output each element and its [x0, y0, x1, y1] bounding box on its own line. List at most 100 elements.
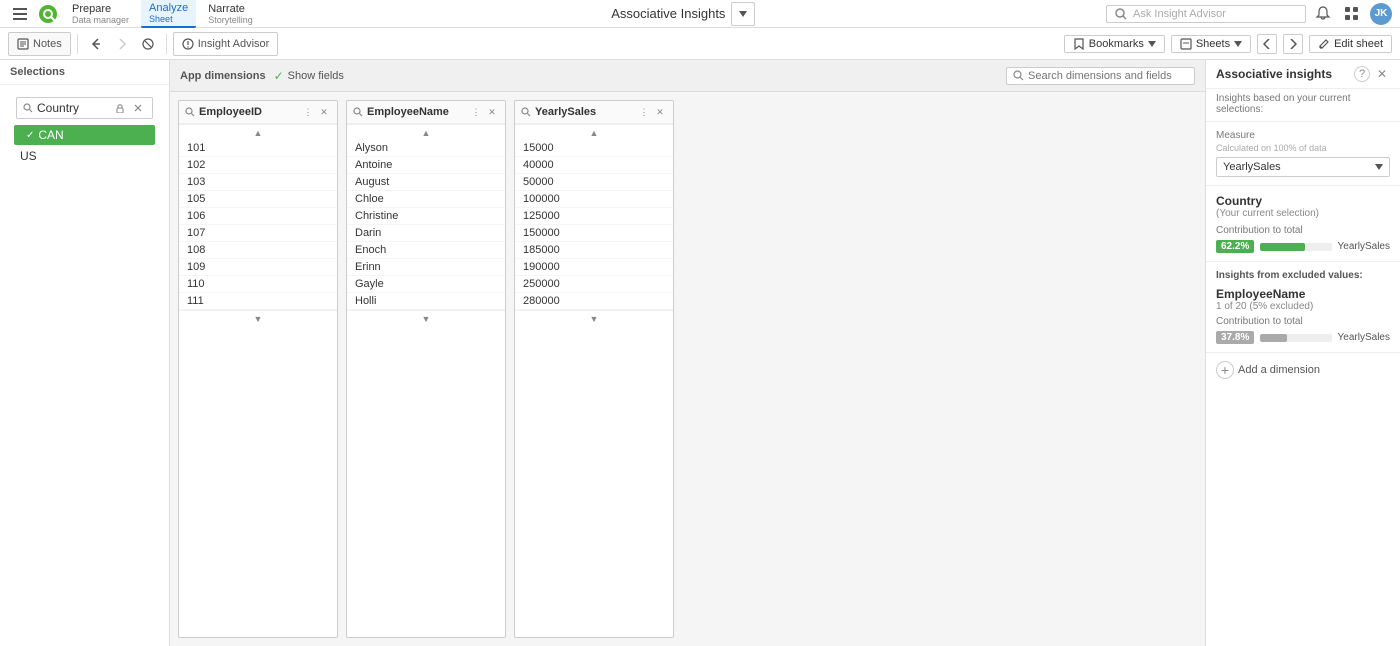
ask-insight-advisor-search[interactable]: Ask Insight Advisor [1106, 5, 1306, 23]
selection-forward-button[interactable] [110, 32, 134, 56]
yearlysales-item-150000[interactable]: 150000 [515, 225, 673, 242]
employeename-item-august[interactable]: August [347, 174, 505, 191]
employeeid-item-110[interactable]: 110 [179, 276, 337, 293]
grid-icon [1345, 7, 1359, 21]
yearlysales-item-250000[interactable]: 250000 [515, 276, 673, 293]
yearlysales-item-40000[interactable]: 40000 [515, 157, 673, 174]
yearlysales-item-100000[interactable]: 100000 [515, 191, 673, 208]
insight-advisor-icon [182, 38, 194, 50]
yearlysales-item-50000[interactable]: 50000 [515, 174, 673, 191]
selection-value-us: US [20, 149, 37, 163]
bookmarks-button[interactable]: Bookmarks [1064, 35, 1165, 53]
narrate-menu-item[interactable]: Narrate Storytelling [200, 1, 261, 27]
prepare-menu-item[interactable]: Prepare Data manager [64, 1, 137, 27]
selection-back-button[interactable] [84, 32, 108, 56]
toolbar2-divider2 [166, 34, 167, 54]
selections-header: Selections [0, 60, 169, 85]
employeeid-item-103[interactable]: 103 [179, 174, 337, 191]
insights-help-button[interactable]: ? [1354, 66, 1370, 82]
employeeid-item-108[interactable]: 108 [179, 242, 337, 259]
search-dimensions-input[interactable] [1028, 70, 1188, 82]
yearlysales-item-190000[interactable]: 190000 [515, 259, 673, 276]
employeename-item-christine[interactable]: Christine [347, 208, 505, 225]
employeeid-item-105[interactable]: 105 [179, 191, 337, 208]
yearlysales-item-185000[interactable]: 185000 [515, 242, 673, 259]
notes-button[interactable]: Notes [8, 32, 71, 56]
insights-header: Associative insights ? ✕ [1206, 60, 1400, 89]
excluded-contribution-bar [1260, 334, 1331, 342]
show-fields-checkbox[interactable]: ✓ Show fields [274, 69, 344, 83]
employeename-item-gayle[interactable]: Gayle [347, 276, 505, 293]
employeename-item-chloe[interactable]: Chloe [347, 191, 505, 208]
employeeid-item-101[interactable]: 101 [179, 140, 337, 157]
yearlysales-remove-button[interactable]: ✕ [653, 105, 667, 119]
filter-lock-button[interactable] [112, 100, 128, 116]
employeename-item-darin[interactable]: Darin [347, 225, 505, 242]
filter-actions [112, 100, 146, 116]
country-contribution-pct: 62.2% [1216, 240, 1254, 253]
add-dimension-icon: + [1216, 361, 1234, 379]
country-contribution-row: 62.2% YearlySales [1216, 240, 1390, 253]
employeename-item-alyson[interactable]: Alyson [347, 140, 505, 157]
selection-back-icon [89, 37, 103, 51]
search-dimensions-icon [1013, 70, 1024, 81]
search-dimensions-box[interactable] [1006, 67, 1195, 85]
checkmark-icon: ✓ [26, 130, 34, 141]
excluded-contribution-label: Contribution to total [1216, 316, 1390, 327]
prev-sheet-button[interactable] [1257, 34, 1277, 54]
employeename-item-enoch[interactable]: Enoch [347, 242, 505, 259]
notification-button[interactable] [1312, 3, 1334, 25]
selection-list-item-can[interactable]: ✓ CAN [14, 125, 155, 145]
insights-title: Associative insights [1216, 67, 1332, 81]
yearlysales-menu-button[interactable]: ⋮ [637, 105, 651, 119]
employeename-list: ▲ Alyson Antoine August Chloe Christine … [347, 124, 505, 637]
next-sheet-button[interactable] [1283, 34, 1303, 54]
country-insight-card: Country (Your current selection) Contrib… [1206, 186, 1400, 262]
app-dimensions-label: App dimensions [180, 70, 266, 82]
insights-close-button[interactable]: ✕ [1374, 66, 1390, 82]
insight-advisor-button[interactable]: Insight Advisor [173, 32, 279, 56]
employeename-item-antoine[interactable]: Antoine [347, 157, 505, 174]
yearlysales-item-280000[interactable]: 280000 [515, 293, 673, 310]
employeename-item-holli[interactable]: Holli [347, 293, 505, 310]
employeeid-scroll-down[interactable]: ▼ [179, 310, 337, 326]
employeename-menu-button[interactable]: ⋮ [469, 105, 483, 119]
filter-remove-button[interactable] [130, 100, 146, 116]
user-avatar[interactable]: JK [1370, 3, 1392, 25]
employeeid-item-102[interactable]: 102 [179, 157, 337, 174]
yearlysales-actions: ⋮ ✕ [637, 105, 667, 119]
employeeid-item-109[interactable]: 109 [179, 259, 337, 276]
app-title-text: Associative Insights [611, 6, 725, 21]
excluded-card-title: EmployeeName [1216, 287, 1390, 301]
measure-dropdown[interactable]: YearlySales [1216, 157, 1390, 177]
search-icon [1115, 8, 1127, 20]
yearlysales-scroll-down[interactable]: ▼ [515, 310, 673, 326]
analyze-menu-item[interactable]: Analyze Sheet [141, 0, 196, 28]
edit-sheet-button[interactable]: Edit sheet [1309, 35, 1392, 53]
excluded-contribution-bar-fill [1260, 334, 1287, 342]
hamburger-menu-button[interactable] [8, 2, 32, 26]
employeename-scroll-down[interactable]: ▼ [347, 310, 505, 326]
measure-value: YearlySales [1223, 161, 1281, 173]
apps-button[interactable] [1340, 2, 1364, 26]
employeename-item-erinn[interactable]: Erinn [347, 259, 505, 276]
employeeid-scroll-up[interactable]: ▲ [179, 124, 337, 140]
sheets-button[interactable]: Sheets [1171, 35, 1251, 53]
sheets-chevron-icon [1234, 41, 1242, 47]
employeeid-item-111[interactable]: 111 [179, 293, 337, 310]
yearlysales-scroll-up[interactable]: ▲ [515, 124, 673, 140]
add-dimension-button[interactable]: + Add a dimension [1206, 353, 1400, 387]
employeename-remove-button[interactable]: ✕ [485, 105, 499, 119]
employeeid-remove-button[interactable]: ✕ [317, 105, 331, 119]
clear-selections-button[interactable] [136, 32, 160, 56]
selection-list-item-us[interactable]: US [8, 146, 161, 166]
yearlysales-item-125000[interactable]: 125000 [515, 208, 673, 225]
employeeid-menu-button[interactable]: ⋮ [301, 105, 315, 119]
employeeid-item-107[interactable]: 107 [179, 225, 337, 242]
app-title-dropdown-button[interactable] [731, 2, 755, 26]
employeeid-item-106[interactable]: 106 [179, 208, 337, 225]
selections-panel: Selections Country ✓ CAN [0, 60, 170, 646]
yearlysales-item-15000[interactable]: 15000 [515, 140, 673, 157]
country-card-subtitle: (Your current selection) [1216, 208, 1390, 219]
employeename-scroll-up[interactable]: ▲ [347, 124, 505, 140]
